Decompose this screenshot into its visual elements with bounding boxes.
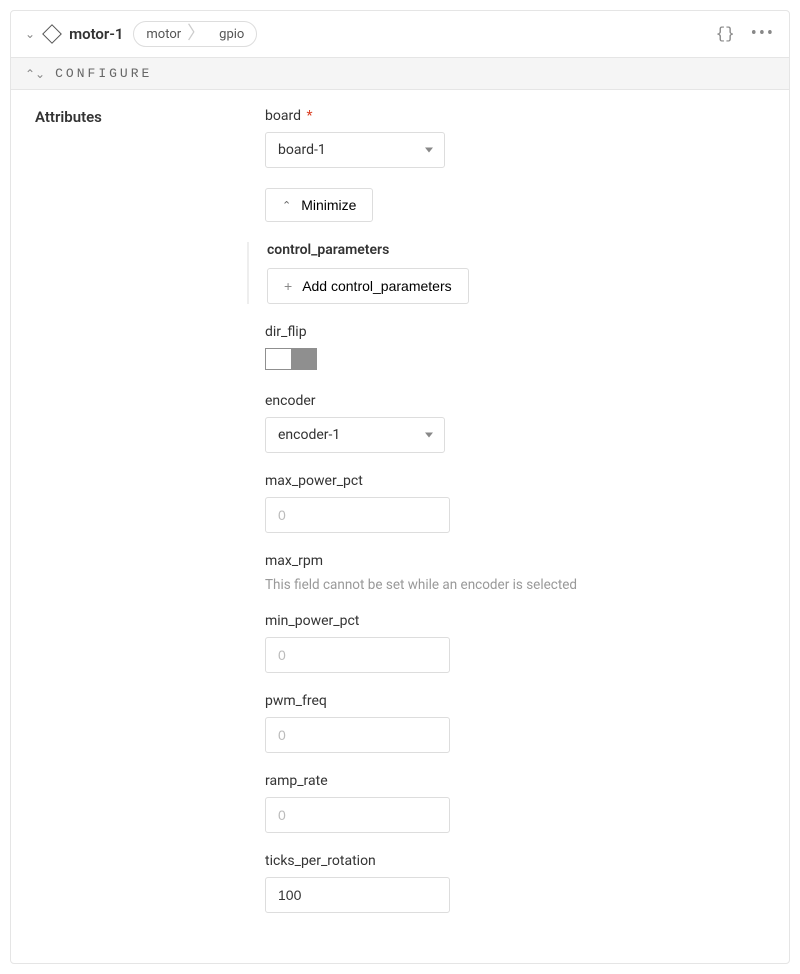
max-rpm-note: This field cannot be set while an encode…	[265, 577, 765, 593]
header-actions: {} •••	[716, 25, 775, 43]
ticks-per-rotation-input[interactable]	[265, 877, 450, 913]
component-title: motor-1	[69, 25, 123, 43]
board-select[interactable]: board-1	[265, 132, 445, 168]
pwm-freq-label: pwm_freq	[265, 693, 765, 709]
field-ramp-rate: ramp_rate	[265, 773, 765, 833]
configure-bar: ⌃⌄ CONFIGURE	[11, 57, 789, 90]
component-icon	[42, 24, 62, 44]
add-control-parameters-label: Add control_parameters	[302, 278, 451, 294]
field-minimize: ⌃ Minimize	[265, 188, 765, 222]
type-breadcrumb[interactable]: motor 〉 gpio	[133, 21, 257, 47]
field-dir-flip: dir_flip	[265, 324, 765, 373]
dir-flip-toggle[interactable]	[265, 348, 317, 370]
minimize-button[interactable]: ⌃ Minimize	[265, 188, 373, 222]
max-rpm-label: max_rpm	[265, 553, 765, 569]
collapse-section-icon[interactable]: ⌃⌄	[25, 67, 45, 81]
json-mode-icon[interactable]: {}	[716, 25, 735, 43]
field-pwm-freq: pwm_freq	[265, 693, 765, 753]
field-min-power-pct: min_power_pct	[265, 613, 765, 673]
section-title: Attributes	[35, 108, 265, 126]
encoder-label: encoder	[265, 393, 765, 409]
plus-icon: +	[284, 278, 292, 294]
form-column: board * board-1 ⌃ Minimize control_param…	[265, 108, 765, 933]
minimize-label: Minimize	[301, 197, 356, 213]
required-asterisk: *	[306, 108, 312, 124]
control-parameters-label: control_parameters	[267, 242, 765, 258]
board-select-wrap: board-1	[265, 132, 445, 168]
dir-flip-label: dir_flip	[265, 324, 765, 340]
ticks-per-rotation-label: ticks_per_rotation	[265, 853, 765, 869]
content-area: Attributes board * board-1 ⌃ Minimize c	[11, 90, 789, 963]
encoder-select-wrap: encoder-1	[265, 417, 445, 453]
control-parameters-group: control_parameters + Add control_paramet…	[247, 242, 765, 304]
pwm-freq-input[interactable]	[265, 717, 450, 753]
board-label: board *	[265, 108, 765, 124]
field-encoder: encoder encoder-1	[265, 393, 765, 453]
field-ticks-per-rotation: ticks_per_rotation	[265, 853, 765, 913]
breadcrumb-separator-icon: 〉	[187, 25, 205, 43]
min-power-pct-input[interactable]	[265, 637, 450, 673]
field-max-power-pct: max_power_pct	[265, 473, 765, 533]
ramp-rate-input[interactable]	[265, 797, 450, 833]
add-control-parameters-button[interactable]: + Add control_parameters	[267, 268, 469, 304]
breadcrumb-gpio: gpio	[205, 24, 256, 45]
sidebar-column: Attributes	[35, 108, 265, 933]
breadcrumb-motor: motor	[134, 24, 187, 45]
chevron-up-icon: ⌃	[282, 199, 291, 212]
toggle-on-side	[291, 349, 316, 369]
field-max-rpm: max_rpm This field cannot be set while a…	[265, 553, 765, 593]
encoder-select[interactable]: encoder-1	[265, 417, 445, 453]
component-panel: ⌄ motor-1 motor 〉 gpio {} ••• ⌃⌄ CONFIGU…	[10, 10, 790, 964]
field-board: board * board-1	[265, 108, 765, 168]
collapse-chevron-icon[interactable]: ⌄	[25, 27, 35, 41]
configure-label: CONFIGURE	[55, 66, 152, 81]
panel-header: ⌄ motor-1 motor 〉 gpio {} •••	[11, 11, 789, 57]
max-power-pct-label: max_power_pct	[265, 473, 765, 489]
min-power-pct-label: min_power_pct	[265, 613, 765, 629]
ramp-rate-label: ramp_rate	[265, 773, 765, 789]
toggle-off-side	[266, 349, 291, 369]
more-menu-icon[interactable]: •••	[751, 25, 775, 43]
max-power-pct-input[interactable]	[265, 497, 450, 533]
